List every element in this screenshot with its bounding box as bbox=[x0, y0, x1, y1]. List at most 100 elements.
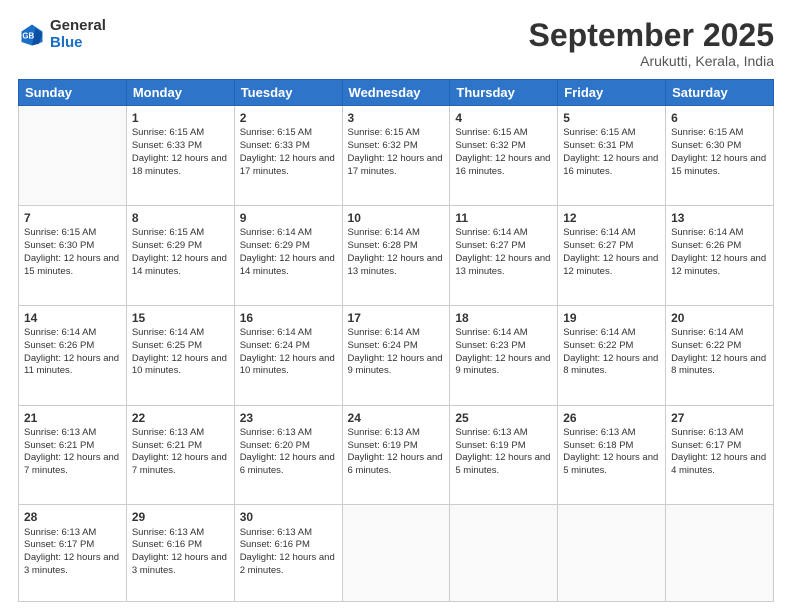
day-number: 28 bbox=[24, 509, 121, 525]
day-number: 15 bbox=[132, 310, 229, 326]
day-info: Sunrise: 6:13 AMSunset: 6:21 PMDaylight:… bbox=[24, 427, 121, 478]
week-row-1: 1Sunrise: 6:15 AMSunset: 6:33 PMDaylight… bbox=[19, 106, 774, 206]
day-number: 1 bbox=[132, 110, 229, 126]
day-cell: 2Sunrise: 6:15 AMSunset: 6:33 PMDaylight… bbox=[234, 106, 342, 206]
day-info: Sunrise: 6:13 AMSunset: 6:20 PMDaylight:… bbox=[240, 427, 337, 478]
col-header-monday: Monday bbox=[126, 80, 234, 106]
day-cell: 8Sunrise: 6:15 AMSunset: 6:29 PMDaylight… bbox=[126, 205, 234, 305]
day-info: Sunrise: 6:15 AMSunset: 6:31 PMDaylight:… bbox=[563, 127, 660, 178]
day-cell: 9Sunrise: 6:14 AMSunset: 6:29 PMDaylight… bbox=[234, 205, 342, 305]
col-header-sunday: Sunday bbox=[19, 80, 127, 106]
day-info: Sunrise: 6:13 AMSunset: 6:19 PMDaylight:… bbox=[348, 427, 445, 478]
day-cell: 6Sunrise: 6:15 AMSunset: 6:30 PMDaylight… bbox=[666, 106, 774, 206]
day-number: 24 bbox=[348, 410, 445, 426]
day-cell bbox=[666, 505, 774, 602]
week-row-5: 28 Sunrise: 6:13 AMSunset: 6:17 PMDayligh… bbox=[19, 505, 774, 602]
day-info: Sunrise: 6:13 AMSunset: 6:16 PMDaylight:… bbox=[240, 527, 337, 578]
day-info: Sunrise: 6:13 AMSunset: 6:21 PMDaylight:… bbox=[132, 427, 229, 478]
day-cell: 18Sunrise: 6:14 AMSunset: 6:23 PMDayligh… bbox=[450, 305, 558, 405]
day-number: 18 bbox=[455, 310, 552, 326]
day-number: 26 bbox=[563, 410, 660, 426]
svg-text:GB: GB bbox=[22, 31, 34, 40]
day-number: 21 bbox=[24, 410, 121, 426]
day-cell: 22Sunrise: 6:13 AMSunset: 6:21 PMDayligh… bbox=[126, 405, 234, 505]
day-number: 4 bbox=[455, 110, 552, 126]
day-number: 7 bbox=[24, 210, 121, 226]
day-number: 5 bbox=[563, 110, 660, 126]
day-info: Sunrise: 6:15 AMSunset: 6:29 PMDaylight:… bbox=[132, 227, 229, 278]
logo-line1: General bbox=[50, 18, 106, 35]
logo-line2: Blue bbox=[50, 35, 106, 52]
day-number: 27 bbox=[671, 410, 768, 426]
day-cell: 12Sunrise: 6:14 AMSunset: 6:27 PMDayligh… bbox=[558, 205, 666, 305]
day-number: 19 bbox=[563, 310, 660, 326]
day-cell: 16Sunrise: 6:14 AMSunset: 6:24 PMDayligh… bbox=[234, 305, 342, 405]
day-info: Sunrise: 6:15 AMSunset: 6:33 PMDaylight:… bbox=[132, 127, 229, 178]
day-info: Sunrise: 6:14 AMSunset: 6:23 PMDaylight:… bbox=[455, 327, 552, 378]
title-block: September 2025 Arukutti, Kerala, India bbox=[529, 18, 774, 69]
calendar-table: SundayMondayTuesdayWednesdayThursdayFrid… bbox=[18, 79, 774, 602]
day-info: Sunrise: 6:15 AMSunset: 6:30 PMDaylight:… bbox=[24, 227, 121, 278]
day-info: Sunrise: 6:14 AMSunset: 6:28 PMDaylight:… bbox=[348, 227, 445, 278]
day-cell bbox=[19, 106, 127, 206]
day-cell: 20Sunrise: 6:14 AMSunset: 6:22 PMDayligh… bbox=[666, 305, 774, 405]
col-header-tuesday: Tuesday bbox=[234, 80, 342, 106]
day-number: 6 bbox=[671, 110, 768, 126]
header: GB General Blue September 2025 Arukutti,… bbox=[18, 18, 774, 69]
day-number: 12 bbox=[563, 210, 660, 226]
day-cell: 28 Sunrise: 6:13 AMSunset: 6:17 PMDayligh… bbox=[19, 505, 127, 602]
day-number: 23 bbox=[240, 410, 337, 426]
day-info: Sunrise: 6:14 AMSunset: 6:29 PMDaylight:… bbox=[240, 227, 337, 278]
day-number: 22 bbox=[132, 410, 229, 426]
day-cell: 1Sunrise: 6:15 AMSunset: 6:33 PMDaylight… bbox=[126, 106, 234, 206]
day-cell: 7Sunrise: 6:15 AMSunset: 6:30 PMDaylight… bbox=[19, 205, 127, 305]
day-cell: 5Sunrise: 6:15 AMSunset: 6:31 PMDaylight… bbox=[558, 106, 666, 206]
day-info: Sunrise: 6:13 AMSunset: 6:19 PMDaylight:… bbox=[455, 427, 552, 478]
col-header-saturday: Saturday bbox=[666, 80, 774, 106]
day-number: 3 bbox=[348, 110, 445, 126]
col-header-friday: Friday bbox=[558, 80, 666, 106]
day-number: 11 bbox=[455, 210, 552, 226]
day-info: Sunrise: 6:15 AMSunset: 6:30 PMDaylight:… bbox=[671, 127, 768, 178]
day-info: Sunrise: 6:13 AMSunset: 6:18 PMDaylight:… bbox=[563, 427, 660, 478]
day-number: 10 bbox=[348, 210, 445, 226]
day-cell: 13Sunrise: 6:14 AMSunset: 6:26 PMDayligh… bbox=[666, 205, 774, 305]
day-info: Sunrise: 6:14 AMSunset: 6:24 PMDaylight:… bbox=[240, 327, 337, 378]
day-info: Sunrise: 6:14 AMSunset: 6:26 PMDaylight:… bbox=[24, 327, 121, 378]
day-number: 2 bbox=[240, 110, 337, 126]
page: GB General Blue September 2025 Arukutti,… bbox=[0, 0, 792, 612]
day-info: Sunrise: 6:13 AMSunset: 6:17 PMDaylight:… bbox=[671, 427, 768, 478]
day-cell: 15Sunrise: 6:14 AMSunset: 6:25 PMDayligh… bbox=[126, 305, 234, 405]
day-cell: 17Sunrise: 6:14 AMSunset: 6:24 PMDayligh… bbox=[342, 305, 450, 405]
day-cell bbox=[342, 505, 450, 602]
day-number: 17 bbox=[348, 310, 445, 326]
day-number: 13 bbox=[671, 210, 768, 226]
week-row-4: 21Sunrise: 6:13 AMSunset: 6:21 PMDayligh… bbox=[19, 405, 774, 505]
day-cell: 21Sunrise: 6:13 AMSunset: 6:21 PMDayligh… bbox=[19, 405, 127, 505]
day-info: Sunrise: 6:15 AMSunset: 6:32 PMDaylight:… bbox=[348, 127, 445, 178]
day-cell: 3Sunrise: 6:15 AMSunset: 6:32 PMDaylight… bbox=[342, 106, 450, 206]
day-info: Sunrise: 6:15 AMSunset: 6:32 PMDaylight:… bbox=[455, 127, 552, 178]
month-title: September 2025 bbox=[529, 18, 774, 53]
day-info: Sunrise: 6:14 AMSunset: 6:24 PMDaylight:… bbox=[348, 327, 445, 378]
header-row: SundayMondayTuesdayWednesdayThursdayFrid… bbox=[19, 80, 774, 106]
day-number: 25 bbox=[455, 410, 552, 426]
day-info: Sunrise: 6:14 AMSunset: 6:27 PMDaylight:… bbox=[563, 227, 660, 278]
day-cell bbox=[558, 505, 666, 602]
day-number: 8 bbox=[132, 210, 229, 226]
day-info: Sunrise: 6:13 AMSunset: 6:17 PMDaylight:… bbox=[24, 527, 121, 578]
logo-text: General Blue bbox=[50, 18, 106, 51]
day-number: 20 bbox=[671, 310, 768, 326]
day-cell: 24Sunrise: 6:13 AMSunset: 6:19 PMDayligh… bbox=[342, 405, 450, 505]
day-number: 14 bbox=[24, 310, 121, 326]
day-info: Sunrise: 6:13 AMSunset: 6:16 PMDaylight:… bbox=[132, 527, 229, 578]
day-number: 29 bbox=[132, 509, 229, 525]
day-cell bbox=[450, 505, 558, 602]
day-info: Sunrise: 6:14 AMSunset: 6:22 PMDaylight:… bbox=[671, 327, 768, 378]
day-number: 30 bbox=[240, 509, 337, 525]
day-info: Sunrise: 6:14 AMSunset: 6:22 PMDaylight:… bbox=[563, 327, 660, 378]
day-cell: 10Sunrise: 6:14 AMSunset: 6:28 PMDayligh… bbox=[342, 205, 450, 305]
day-cell: 23Sunrise: 6:13 AMSunset: 6:20 PMDayligh… bbox=[234, 405, 342, 505]
day-cell: 27Sunrise: 6:13 AMSunset: 6:17 PMDayligh… bbox=[666, 405, 774, 505]
col-header-thursday: Thursday bbox=[450, 80, 558, 106]
